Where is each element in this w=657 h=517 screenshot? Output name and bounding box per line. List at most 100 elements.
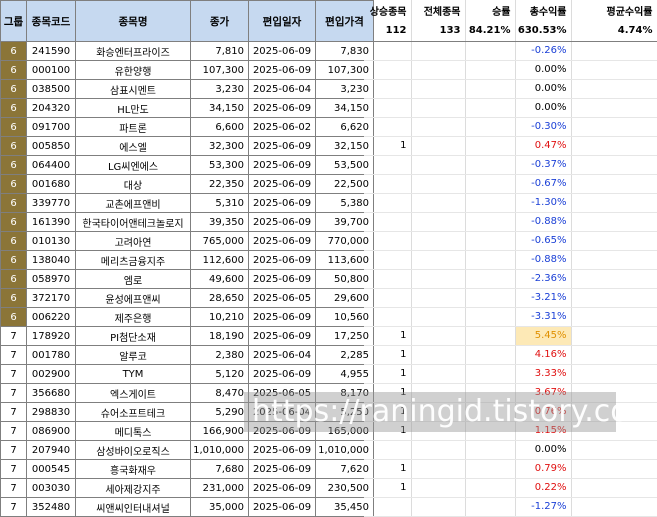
- table-row[interactable]: 6 339770 교촌에프앤비 5,310 2025-06-09 5,380: [0, 193, 374, 213]
- table-row[interactable]: 6 038500 삼표시멘트 3,230 2025-06-04 3,230: [0, 79, 374, 99]
- stats-value-total-return[interactable]: 630.53%: [515, 20, 572, 42]
- empty-cell[interactable]: [465, 98, 516, 118]
- cell-close[interactable]: 34,150: [190, 98, 249, 118]
- cell-group[interactable]: 6: [0, 250, 27, 270]
- rise-flag-cell[interactable]: [364, 212, 412, 232]
- table-row[interactable]: 6 241590 화승엔터프라이즈 7,810 2025-06-09 7,830: [0, 41, 374, 61]
- cell-close[interactable]: 2,380: [190, 345, 249, 365]
- empty-cell[interactable]: [465, 193, 516, 213]
- empty-cell[interactable]: [571, 288, 657, 308]
- cell-date[interactable]: 2025-06-09: [248, 155, 316, 175]
- empty-cell[interactable]: [411, 364, 466, 384]
- col-header-code[interactable]: 종목코드: [26, 0, 76, 42]
- cell-group[interactable]: 7: [0, 364, 27, 384]
- cell-close[interactable]: 107,300: [190, 60, 249, 80]
- empty-cell[interactable]: [571, 440, 657, 460]
- stats-header-rise[interactable]: 상승종목: [364, 0, 412, 20]
- cell-code[interactable]: 003030: [26, 478, 76, 498]
- table-row[interactable]: 7 003030 세아제강지주 231,000 2025-06-09 230,500: [0, 478, 374, 498]
- empty-cell[interactable]: [465, 136, 516, 156]
- rise-flag-cell[interactable]: 1: [364, 364, 412, 384]
- return-cell[interactable]: -3.21%: [515, 288, 572, 308]
- cell-code[interactable]: 005850: [26, 136, 76, 156]
- return-cell[interactable]: -0.65%: [515, 231, 572, 251]
- cell-code[interactable]: 038500: [26, 79, 76, 99]
- empty-cell[interactable]: [465, 440, 516, 460]
- empty-cell[interactable]: [571, 459, 657, 479]
- cell-group[interactable]: 7: [0, 402, 27, 422]
- empty-cell[interactable]: [465, 288, 516, 308]
- cell-name[interactable]: 메디톡스: [75, 421, 191, 441]
- cell-group[interactable]: 6: [0, 98, 27, 118]
- cell-code[interactable]: 002900: [26, 364, 76, 384]
- rise-flag-cell[interactable]: [364, 440, 412, 460]
- cell-group[interactable]: 6: [0, 41, 27, 61]
- empty-cell[interactable]: [465, 497, 516, 517]
- cell-name[interactable]: 씨앤씨인터내셔널: [75, 497, 191, 517]
- rise-flag-cell[interactable]: 1: [364, 345, 412, 365]
- return-cell[interactable]: 0.00%: [515, 79, 572, 99]
- empty-cell[interactable]: [465, 269, 516, 289]
- empty-cell[interactable]: [411, 41, 466, 61]
- cell-date[interactable]: 2025-06-09: [248, 440, 316, 460]
- return-cell[interactable]: -0.30%: [515, 117, 572, 137]
- cell-code[interactable]: 241590: [26, 41, 76, 61]
- empty-cell[interactable]: [571, 345, 657, 365]
- return-cell[interactable]: 5.45%: [515, 326, 572, 346]
- return-cell[interactable]: 4.16%: [515, 345, 572, 365]
- cell-date[interactable]: 2025-06-09: [248, 212, 316, 232]
- cell-close[interactable]: 49,600: [190, 269, 249, 289]
- rise-flag-cell[interactable]: [364, 193, 412, 213]
- stats-value-winrate[interactable]: 84.21%: [465, 20, 516, 42]
- cell-close[interactable]: 35,000: [190, 497, 249, 517]
- cell-name[interactable]: 한국타이어앤테크놀로지: [75, 212, 191, 232]
- cell-name[interactable]: 흥국화재우: [75, 459, 191, 479]
- cell-close[interactable]: 10,210: [190, 307, 249, 327]
- empty-cell[interactable]: [465, 41, 516, 61]
- empty-cell[interactable]: [571, 326, 657, 346]
- cell-name[interactable]: 파트론: [75, 117, 191, 137]
- table-row[interactable]: 6 005850 에스엘 32,300 2025-06-09 32,150: [0, 136, 374, 156]
- cell-name[interactable]: 엑스게이트: [75, 383, 191, 403]
- stats-header-total[interactable]: 전체종목: [411, 0, 466, 20]
- cell-name[interactable]: 삼표시멘트: [75, 79, 191, 99]
- cell-name[interactable]: 유한양행: [75, 60, 191, 80]
- table-row[interactable]: 6 161390 한국타이어앤테크놀로지 39,350 2025-06-09 39,700: [0, 212, 374, 232]
- cell-close[interactable]: 5,120: [190, 364, 249, 384]
- cell-code[interactable]: 001780: [26, 345, 76, 365]
- cell-group[interactable]: 6: [0, 79, 27, 99]
- cell-code[interactable]: 178920: [26, 326, 76, 346]
- cell-close[interactable]: 32,300: [190, 136, 249, 156]
- cell-group[interactable]: 7: [0, 478, 27, 498]
- cell-close[interactable]: 7,810: [190, 41, 249, 61]
- cell-close[interactable]: 765,000: [190, 231, 249, 251]
- empty-cell[interactable]: [465, 117, 516, 137]
- empty-cell[interactable]: [411, 459, 466, 479]
- cell-date[interactable]: 2025-06-09: [248, 307, 316, 327]
- cell-date[interactable]: 2025-06-09: [248, 174, 316, 194]
- cell-name[interactable]: 화승엔터프라이즈: [75, 41, 191, 61]
- cell-code[interactable]: 010130: [26, 231, 76, 251]
- table-row[interactable]: 6 010130 고려아연 765,000 2025-06-09 770,000: [0, 231, 374, 251]
- cell-date[interactable]: 2025-06-09: [248, 364, 316, 384]
- empty-cell[interactable]: [411, 212, 466, 232]
- cell-name[interactable]: 대상: [75, 174, 191, 194]
- col-header-name[interactable]: 종목명: [75, 0, 191, 42]
- rise-flag-cell[interactable]: [364, 497, 412, 517]
- cell-close[interactable]: 3,230: [190, 79, 249, 99]
- empty-cell[interactable]: [411, 269, 466, 289]
- table-row[interactable]: 7 352480 씨앤씨인터내셔널 35,000 2025-06-09 35,450: [0, 497, 374, 517]
- cell-close[interactable]: 166,900: [190, 421, 249, 441]
- table-row[interactable]: 7 207940 삼성바이오로직스 1,010,000 2025-06-09 1,010,…: [0, 440, 374, 460]
- empty-cell[interactable]: [411, 497, 466, 517]
- empty-cell[interactable]: [571, 212, 657, 232]
- cell-code[interactable]: 000545: [26, 459, 76, 479]
- cell-code[interactable]: 001680: [26, 174, 76, 194]
- empty-cell[interactable]: [465, 60, 516, 80]
- stats-header-avg-return[interactable]: 평균수익률: [571, 0, 657, 20]
- return-cell[interactable]: 3.33%: [515, 364, 572, 384]
- stats-header-winrate[interactable]: 승률: [465, 0, 516, 20]
- cell-date[interactable]: 2025-06-09: [248, 269, 316, 289]
- table-row[interactable]: 7 000545 흥국화재우 7,680 2025-06-09 7,620: [0, 459, 374, 479]
- cell-date[interactable]: 2025-06-09: [248, 136, 316, 156]
